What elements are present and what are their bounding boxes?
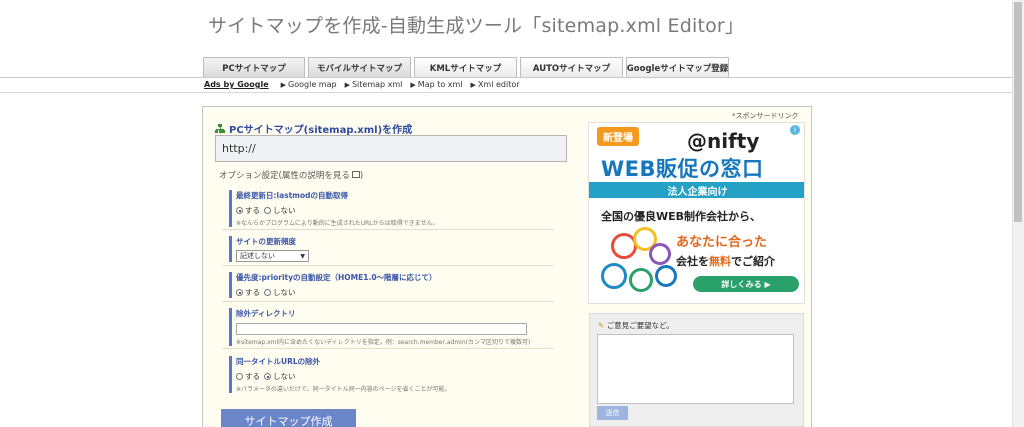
ad-band: 法人企業向け bbox=[589, 182, 804, 198]
select-value: 記述しない bbox=[240, 252, 275, 260]
exclude-option: 除外ディレクトリ ※sitemap.xml内に含めたくないディレクトリを指定。例… bbox=[229, 308, 554, 346]
ad-link-map-to-xml[interactable]: ▶ Map to xml bbox=[410, 80, 462, 89]
ad-banner[interactable]: 新登場 @nifty i WEB販促の窓口 法人企業向け 全国の優良WEB制作会… bbox=[588, 122, 805, 304]
play-arrow-icon: ▶ bbox=[280, 81, 287, 89]
tab-divider bbox=[0, 77, 1012, 78]
dedupe-yes-radio[interactable] bbox=[236, 373, 243, 380]
ad-line-2: あなたに合った bbox=[676, 235, 768, 250]
sponsored-link-label: *スポンサードリンク bbox=[732, 112, 799, 120]
lastmod-label: 最終更新日:lastmodの自動取得 bbox=[236, 191, 349, 200]
ad-line-3: 会社を無料でご紹介 bbox=[676, 253, 775, 269]
lastmod-option: 最終更新日:lastmodの自動取得 する しない ※なんらかプログラムにより動… bbox=[229, 190, 554, 227]
monitor-icon bbox=[649, 243, 671, 265]
lastmod-note: ※なんらかプログラムにより動的に生成されたURLからは取得できません。 bbox=[236, 220, 439, 227]
options-heading[interactable]: オプション設定(属性の説明を見る) bbox=[219, 169, 363, 181]
changefreq-label: サイトの更新頻度 bbox=[236, 237, 296, 246]
url-input[interactable] bbox=[215, 135, 567, 162]
dedupe-no-radio[interactable] bbox=[264, 373, 271, 380]
priority-no-radio[interactable] bbox=[264, 289, 271, 296]
dedupe-option: 同一タイトルURLの除外 する しない ※パラメータの違いだけで、同一タイトル同… bbox=[229, 356, 554, 393]
ad-headline: WEB販促の窓口 bbox=[601, 157, 764, 181]
exclude-directory-field[interactable] bbox=[236, 323, 527, 335]
ad-link-google-map[interactable]: ▶ Google map bbox=[281, 80, 337, 89]
priority-radios: する しない bbox=[236, 287, 554, 298]
exclude-note: ※sitemap.xml内に含めたくないディレクトリを指定。例：search,m… bbox=[236, 339, 531, 346]
cart-icon bbox=[601, 263, 627, 289]
ad-cta-button[interactable]: 詳しくみる ▶ bbox=[693, 276, 799, 292]
sitemap-tree-icon bbox=[215, 124, 225, 133]
ad-link-label: Map to xml bbox=[417, 80, 463, 89]
radio-label: する bbox=[245, 288, 260, 297]
ad-link-label: Sitemap xml bbox=[351, 80, 403, 89]
ad-link-label: Google map bbox=[288, 80, 337, 89]
tab-google-sitemap-register[interactable]: Googleサイトマップ登録 bbox=[626, 57, 729, 77]
option-divider bbox=[222, 229, 554, 230]
feedback-send-button[interactable]: 送信 bbox=[597, 406, 628, 420]
dedupe-label: 同一タイトルURLの除外 bbox=[236, 357, 321, 366]
ad-brand: @nifty bbox=[687, 129, 760, 153]
option-divider bbox=[222, 265, 554, 266]
ad-link-label: Xml editor bbox=[477, 80, 520, 89]
tab-auto-sitemap[interactable]: AUTOサイトマップ bbox=[520, 57, 623, 77]
priority-label: 優先度:priorityの自動設定（HOME1.0～階層に応じて） bbox=[236, 273, 437, 282]
page-heading-text: PCサイトマップ(sitemap.xml)を作成 bbox=[229, 125, 413, 136]
priority-option: 優先度:priorityの自動設定（HOME1.0～階層に応じて） する しない bbox=[229, 272, 554, 298]
lastmod-radios: する しない bbox=[236, 205, 554, 216]
ad-badge: 新登場 bbox=[597, 127, 639, 146]
option-divider bbox=[222, 301, 554, 302]
lastmod-yes-radio[interactable] bbox=[236, 207, 243, 214]
ad-line-3-part: 会社を bbox=[676, 255, 709, 268]
tab-pc-sitemap[interactable]: PCサイトマップ bbox=[203, 57, 305, 77]
radio-label: する bbox=[245, 206, 260, 215]
ad-link-bar: Ads by Google ▶ Google map ▶ Sitemap xml ▶… bbox=[204, 80, 520, 89]
site-title: サイトマップを作成-自動生成ツール「sitemap.xml Editor」 bbox=[208, 15, 745, 37]
radio-label: しない bbox=[273, 206, 296, 215]
external-link-icon bbox=[351, 171, 360, 178]
feedback-label-text: ご意見ご要望など。 bbox=[606, 321, 674, 330]
ad-line-3-part: でご紹介 bbox=[731, 255, 775, 268]
dedupe-radios: する しない bbox=[236, 371, 554, 382]
tab-kml-sitemap[interactable]: KMLサイトマップ bbox=[414, 57, 517, 77]
ad-line-3-highlight: 無料 bbox=[709, 255, 731, 268]
caret-down-icon: ▼ bbox=[300, 252, 305, 260]
radio-label: しない bbox=[273, 288, 296, 297]
person-icon bbox=[655, 265, 677, 287]
play-arrow-icon: ▶ bbox=[470, 81, 476, 89]
radio-label: しない bbox=[273, 372, 296, 381]
tab-bar: PCサイトマップ モバイルサイトマップ KMLサイトマップ AUTOサイトマップ… bbox=[203, 57, 729, 77]
lastmod-no-radio[interactable] bbox=[264, 207, 271, 214]
ad-choices-icon[interactable]: i bbox=[790, 125, 800, 135]
database-icon bbox=[629, 268, 653, 292]
changefreq-option: サイトの更新頻度 記述しない ▼ bbox=[229, 236, 554, 262]
pencil-icon: ✎ bbox=[598, 321, 605, 330]
scrollbar-thumb[interactable] bbox=[1014, 2, 1022, 222]
create-sitemap-button[interactable]: サイトマップ作成 bbox=[221, 409, 356, 427]
page-heading: PCサイトマップ(sitemap.xml)を作成 bbox=[215, 121, 412, 136]
exclude-label: 除外ディレクトリ bbox=[236, 309, 296, 318]
feedback-label: ✎ ご意見ご要望など。 bbox=[598, 320, 674, 331]
ad-link-xml-editor[interactable]: ▶ Xml editor bbox=[471, 80, 520, 89]
play-arrow-icon: ▶ bbox=[344, 81, 350, 89]
changefreq-select[interactable]: 記述しない ▼ bbox=[236, 250, 309, 262]
ads-by-google-link[interactable]: Ads by Google bbox=[204, 80, 269, 89]
priority-yes-radio[interactable] bbox=[236, 289, 243, 296]
ad-link-sitemap-xml[interactable]: ▶ Sitemap xml bbox=[345, 80, 403, 89]
subnav-divider bbox=[0, 92, 1012, 93]
feedback-textarea[interactable] bbox=[597, 334, 794, 404]
play-arrow-icon: ▶ bbox=[410, 81, 416, 89]
options-heading-text: オプション設定(属性の説明を見る bbox=[219, 171, 350, 181]
dedupe-note: ※パラメータの違いだけで、同一タイトル同一内容のページを省くことが可能。 bbox=[236, 386, 451, 393]
ad-line-1: 全国の優良WEB制作会社から、 bbox=[601, 210, 762, 223]
radio-label: する bbox=[245, 372, 260, 381]
option-divider bbox=[222, 348, 554, 349]
tab-mobile-sitemap[interactable]: モバイルサイトマップ bbox=[308, 57, 411, 77]
